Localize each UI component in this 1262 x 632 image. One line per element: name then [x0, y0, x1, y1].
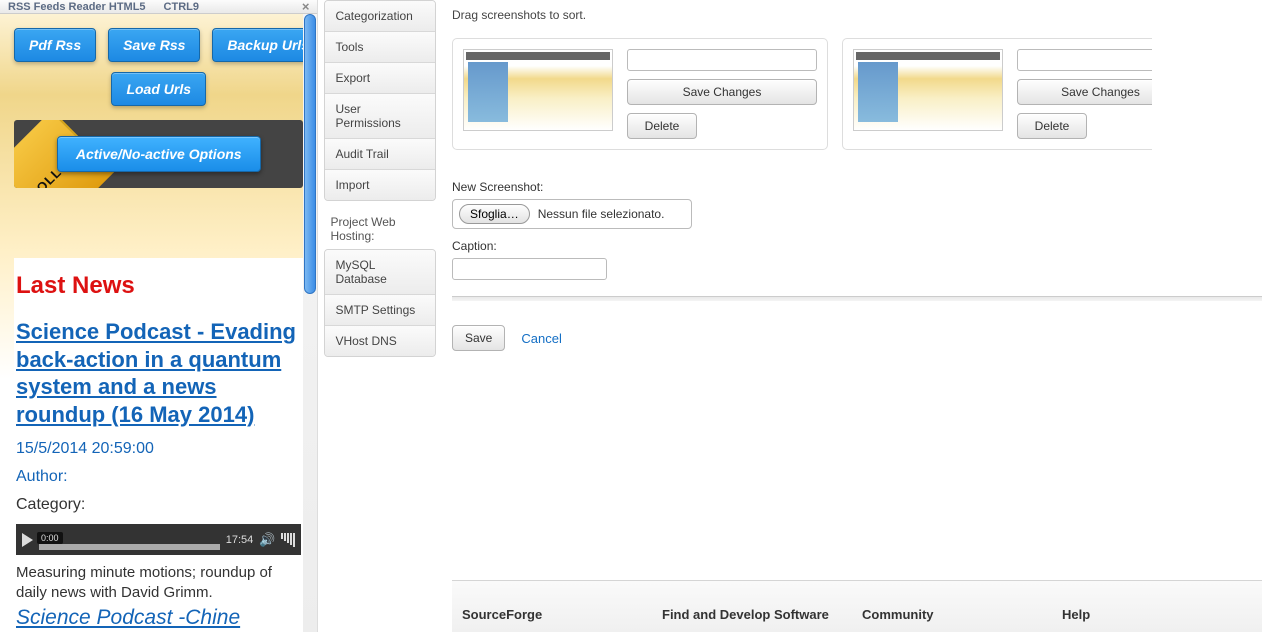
save-rss-button[interactable]: Save Rss	[108, 28, 200, 62]
screenshot-thumb-1	[463, 49, 613, 131]
news-block: Last News Science Podcast - Evading back…	[14, 258, 303, 632]
panel-scrollbar[interactable]	[303, 14, 317, 632]
admin-nav-group-2: MySQL Database SMTP Settings VHost DNS	[324, 249, 436, 357]
footer-community[interactable]: Community	[862, 607, 1062, 622]
load-urls-button[interactable]: Load Urls	[111, 72, 206, 106]
new-screenshot-block: New Screenshot: Sfoglia… Nessun file sel…	[452, 180, 1262, 280]
nav-vhost-dns[interactable]: VHost DNS	[325, 325, 435, 356]
rss-sidebar-panel: RSS Feeds Reader HTML5 CTRL9 × Pdf Rss S…	[0, 0, 317, 632]
drag-hint-text: Drag screenshots to sort.	[452, 8, 1262, 22]
file-picker[interactable]: Sfoglia… Nessun file selezionato.	[452, 199, 692, 229]
last-news-heading: Last News	[16, 272, 301, 300]
time-end: 17:54	[226, 534, 254, 546]
save-button[interactable]: Save	[452, 325, 505, 351]
nav-mysql-database[interactable]: MySQL Database	[325, 250, 435, 294]
nav-categorization[interactable]: Categorization	[325, 1, 435, 31]
admin-side-nav: Categorization Tools Export User Permiss…	[317, 0, 442, 632]
caption-input[interactable]	[452, 258, 607, 280]
seek-track[interactable]	[39, 544, 220, 550]
news-category-label: Category:	[16, 496, 301, 514]
nav-user-permissions[interactable]: User Permissions	[325, 93, 435, 138]
no-file-text: Nessun file selezionato.	[538, 207, 665, 221]
footer-find-develop[interactable]: Find and Develop Software	[662, 607, 862, 622]
browse-button[interactable]: Sfoglia…	[459, 204, 530, 224]
nav-import[interactable]: Import	[325, 169, 435, 200]
screenshot-caption-input-2[interactable]	[1017, 49, 1152, 71]
options-banner: FOLLOW Active/No-active Options	[14, 120, 303, 188]
cancel-link[interactable]: Cancel	[521, 331, 561, 346]
app-shortcut: CTRL9	[164, 1, 199, 13]
top-button-area: Pdf Rss Save Rss Backup Urls Load Urls	[0, 14, 317, 116]
news-date: 15/5/2014 20:59:00	[16, 440, 301, 458]
nav-export[interactable]: Export	[325, 62, 435, 93]
nav-tools[interactable]: Tools	[325, 31, 435, 62]
screenshots-admin-panel: Drag screenshots to sort. Save Changes D…	[442, 0, 1262, 632]
divider	[452, 296, 1262, 301]
volume-icon[interactable]: 🔊	[259, 532, 275, 548]
new-screenshot-label: New Screenshot:	[452, 180, 1262, 194]
delete-button-2[interactable]: Delete	[1017, 113, 1087, 139]
delete-button-1[interactable]: Delete	[627, 113, 697, 139]
panel-title-bar: RSS Feeds Reader HTML5 CTRL9 ×	[0, 0, 317, 14]
active-options-button[interactable]: Active/No-active Options	[57, 136, 261, 172]
nav-smtp-settings[interactable]: SMTP Settings	[325, 294, 435, 325]
save-changes-button-2[interactable]: Save Changes	[1017, 79, 1152, 105]
save-changes-button-1[interactable]: Save Changes	[627, 79, 817, 105]
next-news-link[interactable]: Science Podcast -Chine marine	[16, 606, 240, 632]
footer-sourceforge[interactable]: SourceForge	[462, 607, 662, 622]
audio-player: 0:00 17:54 🔊	[16, 524, 301, 555]
screenshot-thumb-2	[853, 49, 1003, 131]
footer-help[interactable]: Help	[1062, 607, 1262, 622]
close-panel-button[interactable]: ×	[302, 0, 310, 14]
news-headline-link[interactable]: Science Podcast - Evading back-action in…	[16, 318, 301, 428]
screenshot-row: Save Changes Delete Save Changes Delete	[452, 38, 1262, 150]
nav-audit-trail[interactable]: Audit Trail	[325, 138, 435, 169]
save-row: Save Cancel	[452, 325, 1262, 351]
volume-bars[interactable]	[281, 533, 295, 547]
screenshot-card-1[interactable]: Save Changes Delete	[452, 38, 828, 150]
screenshot-caption-input-1[interactable]	[627, 49, 817, 71]
play-icon[interactable]	[22, 533, 33, 547]
active-options-label: Active/No-active Options	[76, 146, 242, 162]
scrollbar-thumb[interactable]	[304, 14, 316, 294]
time-start-badge: 0:00	[37, 532, 63, 544]
app-title: RSS Feeds Reader HTML5	[8, 1, 146, 13]
backup-urls-button[interactable]: Backup Urls	[212, 28, 317, 62]
screenshot-card-2[interactable]: Save Changes Delete	[842, 38, 1152, 150]
news-description: Measuring minute motions; roundup of dai…	[16, 563, 301, 602]
caption-label: Caption:	[452, 239, 1262, 253]
pdf-rss-button[interactable]: Pdf Rss	[14, 28, 96, 62]
project-web-hosting-label: Project Web Hosting:	[330, 215, 442, 243]
site-footer: SourceForge Find and Develop Software Co…	[452, 580, 1262, 632]
admin-nav-group-1: Categorization Tools Export User Permiss…	[324, 0, 436, 201]
news-author-label: Author:	[16, 468, 301, 486]
